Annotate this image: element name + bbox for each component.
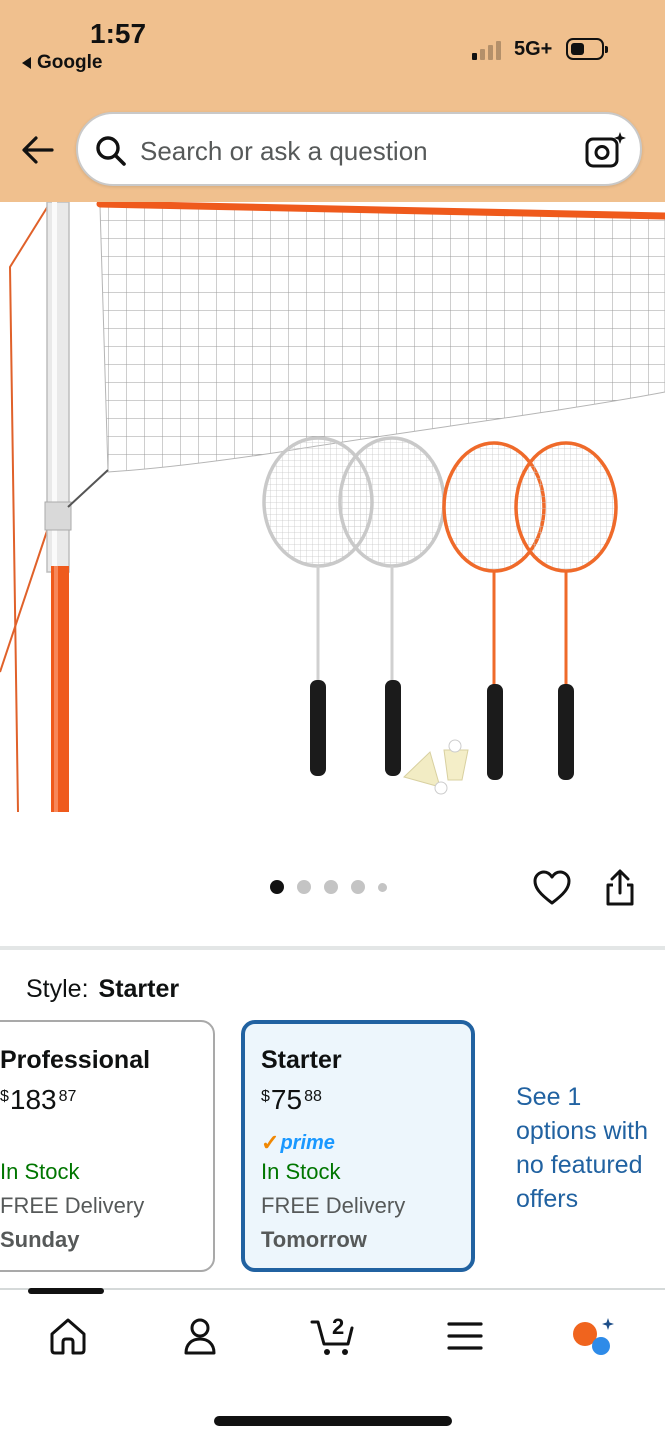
- account-icon[interactable]: [178, 1314, 222, 1358]
- back-triangle-icon: [22, 57, 31, 69]
- style-option-starter[interactable]: Starter $75 88 ✓ prime In Stock FREE Deliv…: [241, 1020, 475, 1272]
- search-input[interactable]: [140, 132, 560, 170]
- rufus-assistant-icon[interactable]: [570, 1314, 614, 1358]
- battery-icon: [566, 38, 608, 60]
- prime-check-icon: ✓: [261, 1130, 280, 1155]
- search-bar[interactable]: [76, 112, 642, 186]
- search-icon: [96, 136, 126, 166]
- option-delivery-date: Sunday: [0, 1227, 80, 1252]
- back-to-app-link[interactable]: Google: [22, 52, 102, 74]
- shuttlecocks: [403, 739, 469, 795]
- style-selector-label: Style: Starter: [26, 975, 179, 1004]
- cart-count-badge: 2: [332, 1314, 345, 1339]
- racket-white-2: [338, 436, 446, 776]
- carousel-dot[interactable]: [324, 880, 338, 894]
- image-carousel-dots[interactable]: [270, 880, 387, 894]
- see-more-options-link[interactable]: See 1 options with no featured offers: [516, 1080, 665, 1216]
- option-price: $75 88: [261, 1084, 322, 1115]
- home-indicator-bar[interactable]: [214, 1416, 452, 1426]
- back-arrow-icon[interactable]: [18, 130, 58, 170]
- option-delivery: FREE Delivery: [261, 1193, 406, 1218]
- carousel-dot[interactable]: [270, 880, 284, 894]
- style-label: Style:: [26, 975, 89, 1003]
- option-delivery: FREE Delivery: [0, 1193, 145, 1218]
- carousel-dot[interactable]: [351, 880, 365, 894]
- home-icon[interactable]: [46, 1314, 90, 1358]
- option-name: Starter: [261, 1046, 342, 1074]
- share-icon[interactable]: [600, 868, 640, 908]
- app-header: 1:57 Google 5G+: [0, 0, 665, 202]
- menu-icon[interactable]: [443, 1314, 487, 1358]
- product-image[interactable]: [0, 202, 665, 842]
- style-selected-value: Starter: [98, 975, 180, 1003]
- option-delivery-date: Tomorrow: [261, 1227, 367, 1252]
- option-name: Professional: [0, 1046, 151, 1074]
- network-type: 5G+: [514, 38, 553, 60]
- option-stock-status: In Stock: [0, 1159, 80, 1184]
- option-price: $183 87: [0, 1084, 77, 1115]
- prime-badge: ✓ prime: [261, 1130, 335, 1155]
- option-stock-status: In Stock: [261, 1159, 341, 1184]
- active-tab-indicator: [28, 1288, 104, 1294]
- cart-button[interactable]: 2: [310, 1314, 358, 1358]
- carousel-dot[interactable]: [378, 882, 387, 892]
- section-divider: [0, 946, 665, 950]
- racket-orange-2: [514, 441, 618, 780]
- signal-icon: [472, 38, 501, 60]
- heart-icon[interactable]: [532, 868, 572, 908]
- back-app-label: Google: [37, 52, 103, 73]
- style-option-professional[interactable]: Professional $183 87 In Stock FREE Delive…: [0, 1020, 215, 1272]
- status-time: 1:57: [90, 18, 147, 49]
- carousel-dot[interactable]: [297, 880, 311, 894]
- camera-search-icon[interactable]: [584, 130, 626, 170]
